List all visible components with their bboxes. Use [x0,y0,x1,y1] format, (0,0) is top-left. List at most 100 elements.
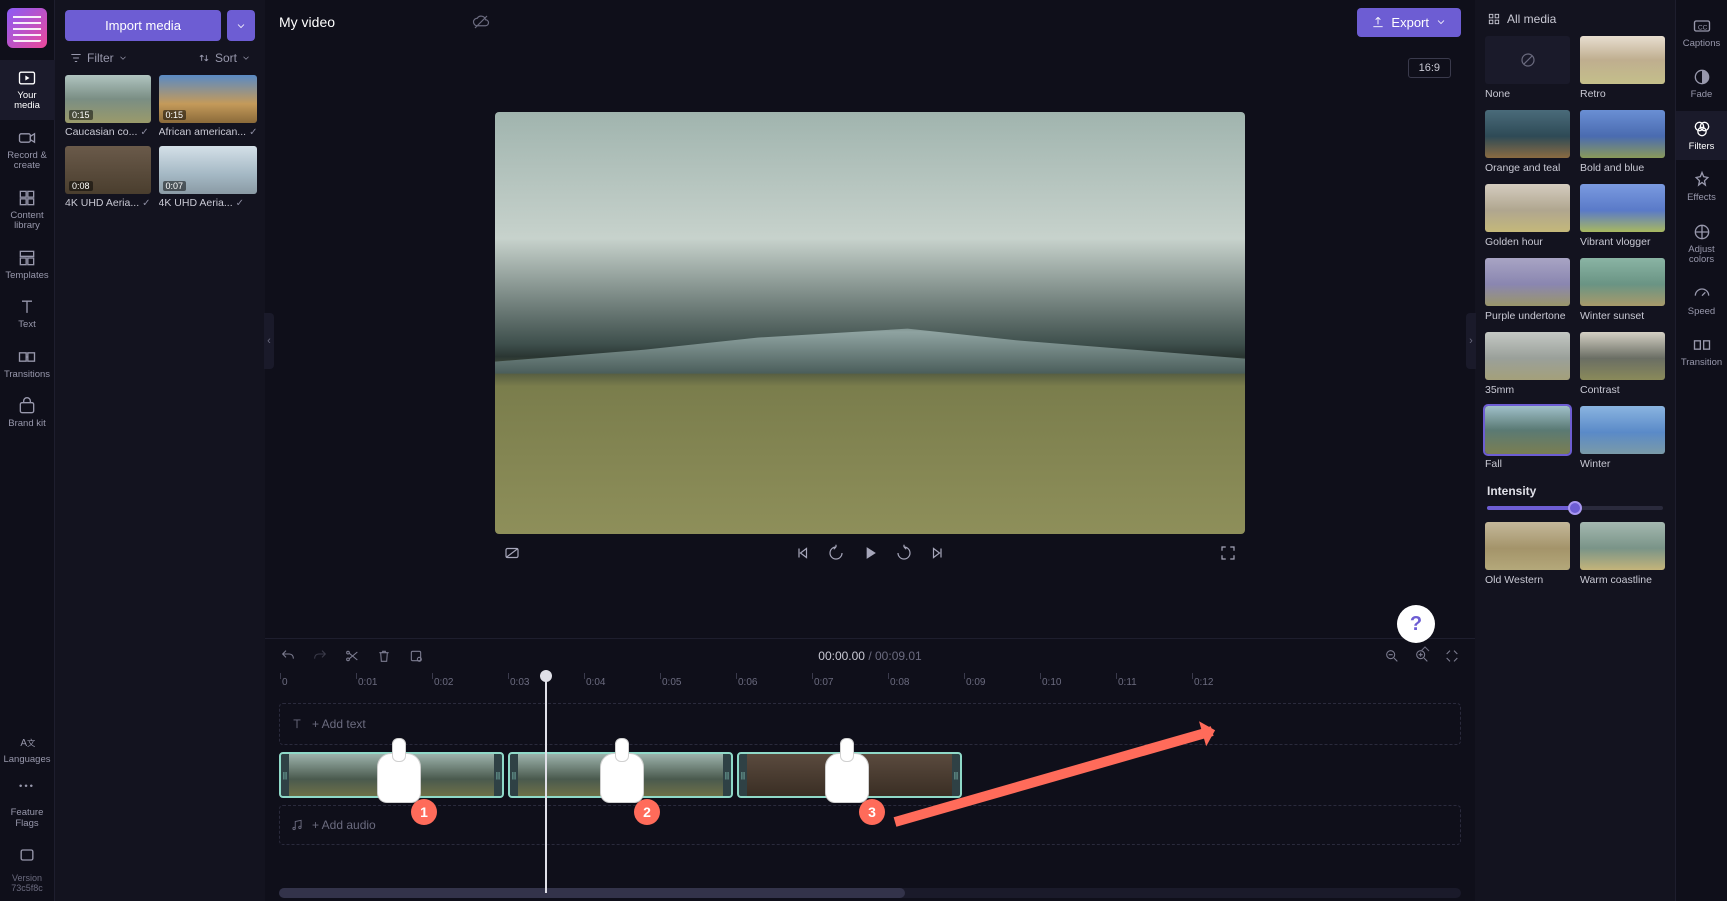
text-icon [17,297,37,317]
clip-handle-left[interactable]: || [281,754,289,796]
media-duration: 0:15 [163,110,187,120]
skip-back-button[interactable] [791,542,813,564]
video-clip-2[interactable]: || || [508,752,733,798]
import-media-button[interactable]: Import media [65,10,221,41]
filter-item-retro[interactable]: Retro [1580,36,1665,100]
filter-button[interactable]: Filter [69,51,128,65]
rewind-button[interactable] [825,542,847,564]
safe-zone-toggle[interactable] [501,542,523,564]
zoom-out-button[interactable] [1383,647,1401,665]
sort-button[interactable]: Sort [197,51,251,65]
filter-thumbnail [1485,36,1570,84]
project-title-input[interactable] [279,14,460,30]
audio-track[interactable]: + Add audio [279,805,1461,845]
tab-effects[interactable]: Effects [1676,162,1727,211]
ruler-tick: 0:09 [966,677,985,688]
timeline-scrollbar[interactable] [279,888,1461,898]
nav-languages[interactable]: A文 Languages [0,724,55,773]
nav-your-media[interactable]: Your media [0,60,55,120]
nav-text[interactable]: Text [0,289,55,338]
undo-button[interactable] [279,647,297,665]
cloud-sync-icon[interactable] [472,13,490,31]
video-preview[interactable] [495,112,1245,534]
filter-item-winter[interactable]: Winter [1580,406,1665,470]
tab-filters[interactable]: Filters [1676,111,1727,160]
collapse-right-panel[interactable]: › [1466,313,1476,369]
media-item[interactable]: 0:15 African american... ✓ [159,75,258,138]
nav-label: Your media [4,91,51,112]
ruler-tick: 0 [282,677,288,688]
tab-captions[interactable]: CC Captions [1676,8,1727,57]
forward-button[interactable] [893,542,915,564]
collapse-timeline-icon[interactable] [1417,641,1433,662]
playhead[interactable] [545,673,547,893]
redo-button[interactable] [311,647,329,665]
filter-item-35mm[interactable]: 35mm [1485,332,1570,396]
aspect-ratio-button[interactable]: 16:9 [1408,58,1451,78]
filter-name: Bold and blue [1580,162,1665,174]
clip-handle-right[interactable]: || [952,754,960,796]
tab-fade[interactable]: Fade [1676,59,1727,108]
tab-speed[interactable]: Speed [1676,276,1727,325]
tab-transition[interactable]: Transition [1676,327,1727,376]
nav-version[interactable] [0,837,55,873]
text-track[interactable]: + Add text [279,703,1461,745]
transitions-icon [17,347,37,367]
track-placeholder: + Add audio [312,818,376,832]
filter-item-contrast[interactable]: Contrast [1580,332,1665,396]
nav-label: Text [18,320,35,330]
media-duration: 0:15 [69,110,93,120]
ruler-tick: 0:07 [814,677,833,688]
media-item[interactable]: 0:08 4K UHD Aeria... ✓ [65,146,151,209]
filter-item-warm-coastline[interactable]: Warm coastline [1580,522,1665,586]
filter-thumbnail [1485,406,1570,454]
clip-handle-left[interactable]: || [510,754,518,796]
nav-brand-kit[interactable]: Brand kit [0,388,55,437]
nav-label: Transitions [4,370,50,380]
media-item[interactable]: 0:07 4K UHD Aeria... ✓ [159,146,258,209]
filter-thumbnail [1580,522,1665,570]
nav-content-library[interactable]: Content library [0,180,55,240]
intensity-slider[interactable] [1487,506,1663,510]
filter-item-vibrant-vlogger[interactable]: Vibrant vlogger [1580,184,1665,248]
filter-item-fall[interactable]: Fall [1485,406,1570,470]
split-button[interactable] [343,647,361,665]
skip-forward-button[interactable] [927,542,949,564]
nav-more[interactable]: ••• [0,774,55,800]
clip-handle-right[interactable]: || [723,754,731,796]
record-icon [17,128,37,148]
video-clip-1[interactable]: || || [279,752,504,798]
filter-item-golden-hour[interactable]: Golden hour [1485,184,1570,248]
clip-handle-left[interactable]: || [739,754,747,796]
collapse-left-panel[interactable]: ‹ [264,313,274,369]
media-item[interactable]: 0:15 Caucasian co... ✓ [65,75,151,138]
filter-item-purple-undertone[interactable]: Purple undertone [1485,258,1570,322]
tab-adjust-colors[interactable]: Adjust colors [1676,214,1727,274]
nav-record-create[interactable]: Record & create [0,120,55,180]
effects-icon [1692,170,1712,190]
video-clip-3[interactable]: || || [737,752,962,798]
fullscreen-button[interactable] [1217,542,1239,564]
filter-item-orange-and-teal[interactable]: Orange and teal [1485,110,1570,174]
help-button[interactable]: ? [1397,605,1435,643]
filter-item-none[interactable]: None [1485,36,1570,100]
filter-icon [69,51,83,65]
timeline-ruler[interactable]: 00:010:020:030:040:050:060:070:080:090:1… [265,673,1475,697]
nav-templates[interactable]: Templates [0,240,55,289]
video-track[interactable]: || || || || || || [279,751,1461,799]
export-button[interactable]: Export [1357,8,1461,37]
nav-feature-flags[interactable]: Feature Flags [0,800,55,837]
play-button[interactable] [859,542,881,564]
delete-button[interactable] [375,647,393,665]
filters-panel-header[interactable]: All media [1485,10,1665,28]
filter-item-bold-and-blue[interactable]: Bold and blue [1580,110,1665,174]
media-icon [17,68,37,88]
nav-transitions[interactable]: Transitions [0,339,55,388]
crop-button[interactable] [407,647,425,665]
import-media-dropdown[interactable] [227,10,255,41]
filter-item-old-western[interactable]: Old Western [1485,522,1570,586]
zoom-fit-button[interactable] [1443,647,1461,665]
filter-item-winter-sunset[interactable]: Winter sunset [1580,258,1665,322]
nav-label: Brand kit [8,419,46,429]
clip-handle-right[interactable]: || [494,754,502,796]
